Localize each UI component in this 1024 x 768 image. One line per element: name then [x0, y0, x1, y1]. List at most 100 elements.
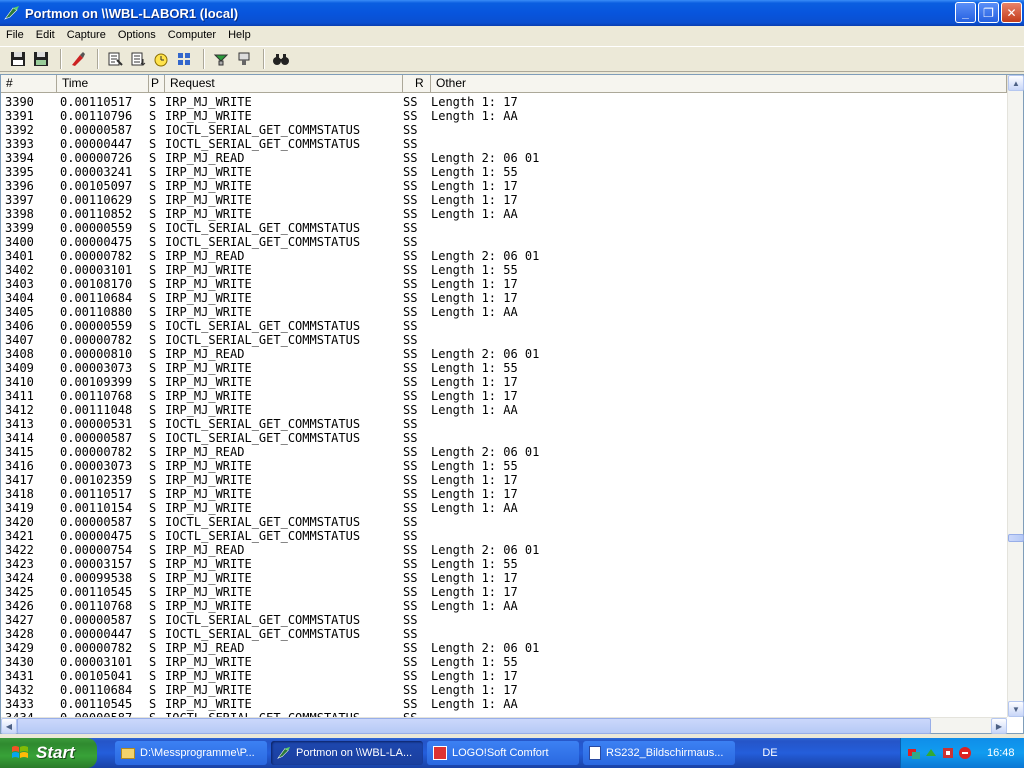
autoscroll-icon[interactable]: [128, 49, 148, 69]
start-button[interactable]: Start: [0, 738, 97, 768]
language-indicator[interactable]: DE: [751, 747, 789, 759]
table-row[interactable]: 3426 0.00110768 S IRP_MJ_WRITE SS Length 1: A…: [1, 599, 1007, 613]
scroll-left-button[interactable]: ◀: [1, 718, 17, 734]
table-row[interactable]: 3412 0.00111048 S IRP_MJ_WRITE SS Length 1: A…: [1, 403, 1007, 417]
minimize-button[interactable]: _: [955, 2, 976, 23]
cell-other: Length 2: 06 01: [431, 151, 540, 165]
menu-computer[interactable]: Computer: [162, 26, 222, 44]
save-icon[interactable]: [8, 49, 28, 69]
table-row[interactable]: 3398 0.00110852 S IRP_MJ_WRITE SS Length 1: A…: [1, 207, 1007, 221]
column-header-other[interactable]: Other: [431, 75, 1007, 93]
table-row[interactable]: 3394 0.00000726 S IRP_MJ_READ SS Length 2: 06…: [1, 151, 1007, 165]
table-row[interactable]: 3414 0.00000587 S IOCTL_SERIAL_GET_COMMSTAT…: [1, 431, 1007, 445]
table-row[interactable]: 3430 0.00003101 S IRP_MJ_WRITE SS Length 1: 5…: [1, 655, 1007, 669]
menu-options[interactable]: Options: [112, 26, 162, 44]
table-row[interactable]: 3424 0.00099538 S IRP_MJ_WRITE SS Length 1: 1…: [1, 571, 1007, 585]
table-row[interactable]: 3410 0.00109399 S IRP_MJ_WRITE SS Length 1: 1…: [1, 375, 1007, 389]
scroll-right-button[interactable]: ▶: [991, 718, 1007, 734]
table-row[interactable]: 3395 0.00003241 S IRP_MJ_WRITE SS Length 1: 5…: [1, 165, 1007, 179]
table-row[interactable]: 3416 0.00003073 S IRP_MJ_WRITE SS Length 1: 5…: [1, 459, 1007, 473]
cell-time: 0.00000559: [60, 221, 133, 235]
horizontal-scroll-thumb[interactable]: [17, 718, 931, 734]
horizontal-scrollbar[interactable]: ◀ ▶: [1, 717, 1007, 734]
table-row[interactable]: 3432 0.00110684 S IRP_MJ_WRITE SS Length 1: 1…: [1, 683, 1007, 697]
table-row[interactable]: 3413 0.00000531 S IOCTL_SERIAL_GET_COMMSTAT…: [1, 417, 1007, 431]
table-row[interactable]: 3402 0.00003101 S IRP_MJ_WRITE SS Length 1: 5…: [1, 263, 1007, 277]
cell-time: 0.00110852: [60, 207, 133, 221]
table-row[interactable]: 3400 0.00000475 S IOCTL_SERIAL_GET_COMMSTAT…: [1, 235, 1007, 249]
column-header-request[interactable]: Request: [165, 75, 403, 93]
table-row[interactable]: 3401 0.00000782 S IRP_MJ_READ SS Length 2: 06…: [1, 249, 1007, 263]
cell-other: Length 1: 17: [431, 95, 518, 109]
capture-icon[interactable]: [211, 49, 231, 69]
history-icon[interactable]: [174, 49, 194, 69]
table-row[interactable]: 3406 0.00000559 S IOCTL_SERIAL_GET_COMMSTAT…: [1, 319, 1007, 333]
table-row[interactable]: 3405 0.00110880 S IRP_MJ_WRITE SS Length 1: A…: [1, 305, 1007, 319]
table-row[interactable]: 3408 0.00000810 S IRP_MJ_READ SS Length 2: 06…: [1, 347, 1007, 361]
menu-file[interactable]: File: [0, 26, 30, 44]
cell-process: S: [149, 557, 157, 571]
table-row[interactable]: 3425 0.00110545 S IRP_MJ_WRITE SS Length 1: 1…: [1, 585, 1007, 599]
column-header-time[interactable]: Time: [57, 75, 149, 93]
update-icon[interactable]: [924, 746, 938, 760]
cell-result: SS: [403, 683, 418, 697]
find-icon[interactable]: [271, 49, 291, 69]
title-bar[interactable]: Portmon on \\WBL-LABOR1 (local) _ ❐ ✕: [0, 0, 1024, 26]
connections-icon[interactable]: [941, 746, 955, 760]
table-row[interactable]: 3409 0.00003073 S IRP_MJ_WRITE SS Length 1: 5…: [1, 361, 1007, 375]
ports-icon[interactable]: [234, 49, 254, 69]
table-row[interactable]: 3420 0.00000587 S IOCTL_SERIAL_GET_COMMSTAT…: [1, 515, 1007, 529]
vertical-scroll-thumb[interactable]: [1008, 534, 1024, 542]
table-row[interactable]: 3423 0.00003157 S IRP_MJ_WRITE SS Length 1: 5…: [1, 557, 1007, 571]
table-row[interactable]: 3421 0.00000475 S IOCTL_SERIAL_GET_COMMSTAT…: [1, 529, 1007, 543]
cell-result: SS: [403, 263, 418, 277]
table-row[interactable]: 3433 0.00110545 S IRP_MJ_WRITE SS Length 1: A…: [1, 697, 1007, 711]
menu-capture[interactable]: Capture: [61, 26, 112, 44]
filter-icon[interactable]: [105, 49, 125, 69]
table-row[interactable]: 3404 0.00110684 S IRP_MJ_WRITE SS Length 1: 1…: [1, 291, 1007, 305]
table-row[interactable]: 3391 0.00110796 S IRP_MJ_WRITE SS Length 1: A…: [1, 109, 1007, 123]
task-document[interactable]: RS232_Bildschirmaus...: [583, 741, 735, 765]
table-row[interactable]: 3390 0.00110517 S IRP_MJ_WRITE SS Length 1: 1…: [1, 95, 1007, 109]
table-row[interactable]: 3399 0.00000559 S IOCTL_SERIAL_GET_COMMSTAT…: [1, 221, 1007, 235]
log-list[interactable]: # Time P Request R Other 3390 0.00110517 S…: [0, 74, 1024, 734]
clock[interactable]: 16:48: [987, 747, 1015, 759]
table-row[interactable]: 3429 0.00000782 S IRP_MJ_READ SS Length 2: 06…: [1, 641, 1007, 655]
table-row[interactable]: 3393 0.00000447 S IOCTL_SERIAL_GET_COMMSTAT…: [1, 137, 1007, 151]
column-header-number[interactable]: #: [1, 75, 57, 93]
table-row[interactable]: 3403 0.00108170 S IRP_MJ_WRITE SS Length 1: 1…: [1, 277, 1007, 291]
scroll-up-button[interactable]: ▲: [1008, 75, 1024, 91]
scroll-down-button[interactable]: ▼: [1008, 701, 1024, 717]
task-portmon[interactable]: Portmon on \\WBL-LA...: [271, 741, 423, 765]
network-icon[interactable]: [907, 746, 921, 760]
table-row[interactable]: 3428 0.00000447 S IOCTL_SERIAL_GET_COMMSTAT…: [1, 627, 1007, 641]
table-row[interactable]: 3431 0.00105041 S IRP_MJ_WRITE SS Length 1: 1…: [1, 669, 1007, 683]
table-row[interactable]: 3396 0.00105097 S IRP_MJ_WRITE SS Length 1: 1…: [1, 179, 1007, 193]
security-shield-icon[interactable]: [958, 746, 972, 760]
table-row[interactable]: 3422 0.00000754 S IRP_MJ_READ SS Length 2: 06…: [1, 543, 1007, 557]
table-row[interactable]: 3411 0.00110768 S IRP_MJ_WRITE SS Length 1: 1…: [1, 389, 1007, 403]
table-row[interactable]: 3392 0.00000587 S IOCTL_SERIAL_GET_COMMSTAT…: [1, 123, 1007, 137]
menu-edit[interactable]: Edit: [30, 26, 61, 44]
task-logo-soft[interactable]: LOGO!Soft Comfort: [427, 741, 579, 765]
table-row[interactable]: 3419 0.00110154 S IRP_MJ_WRITE SS Length 1: A…: [1, 501, 1007, 515]
close-button[interactable]: ✕: [1001, 2, 1022, 23]
table-row[interactable]: 3397 0.00110629 S IRP_MJ_WRITE SS Length 1: 1…: [1, 193, 1007, 207]
task-explorer[interactable]: D:\Messprogramme\P...: [115, 741, 267, 765]
table-row[interactable]: 3418 0.00110517 S IRP_MJ_WRITE SS Length 1: 1…: [1, 487, 1007, 501]
table-row[interactable]: 3407 0.00000782 S IOCTL_SERIAL_GET_COMMSTAT…: [1, 333, 1007, 347]
cell-time: 0.00110517: [60, 95, 133, 109]
cell-time: 0.00000782: [60, 445, 133, 459]
vertical-scrollbar[interactable]: ▲ ▼: [1007, 75, 1024, 717]
column-header-result[interactable]: R: [403, 75, 431, 93]
clock-icon[interactable]: [151, 49, 171, 69]
table-row[interactable]: 3417 0.00102359 S IRP_MJ_WRITE SS Length 1: 1…: [1, 473, 1007, 487]
restore-button[interactable]: ❐: [978, 2, 999, 23]
cell-request: IRP_MJ_WRITE: [165, 375, 252, 389]
table-row[interactable]: 3427 0.00000587 S IOCTL_SERIAL_GET_COMMSTAT…: [1, 613, 1007, 627]
column-header-process[interactable]: P: [149, 75, 165, 93]
save-all-icon[interactable]: [31, 49, 51, 69]
clear-icon[interactable]: [68, 49, 88, 69]
table-row[interactable]: 3415 0.00000782 S IRP_MJ_READ SS Length 2: 06…: [1, 445, 1007, 459]
menu-help[interactable]: Help: [222, 26, 257, 44]
